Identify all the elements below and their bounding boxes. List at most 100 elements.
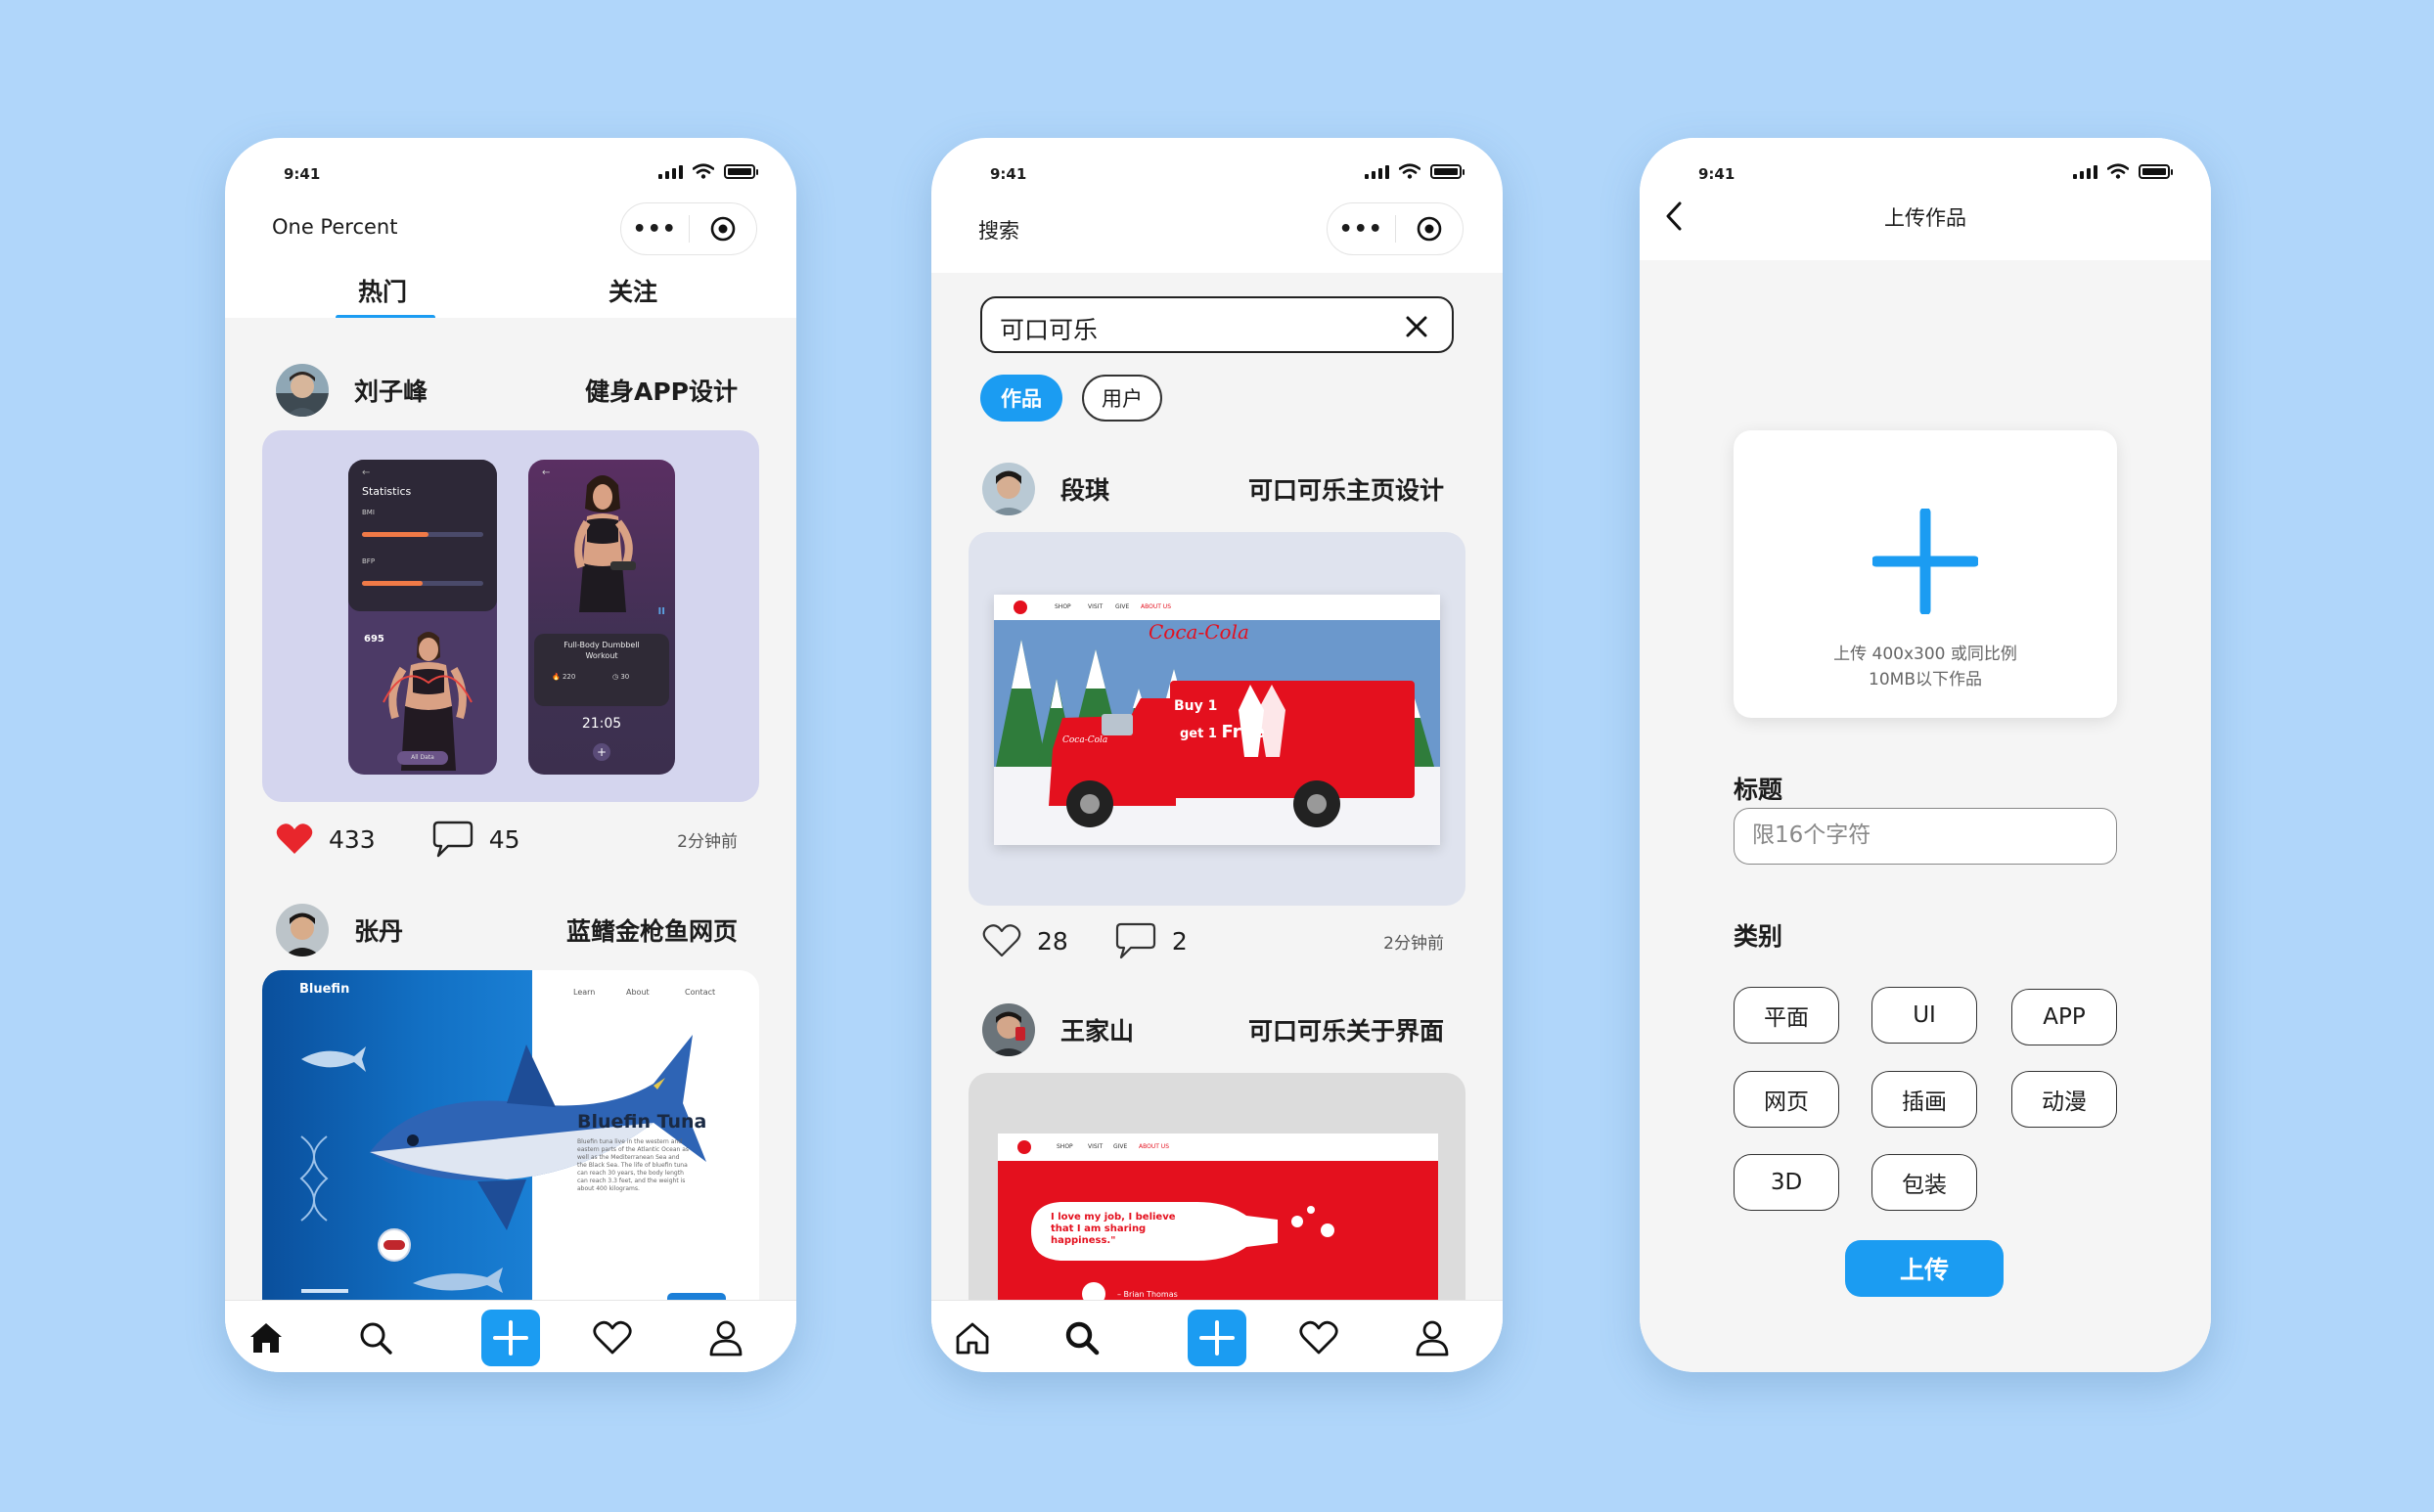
phone-feed-screen: 9:41 One Percent ••• 热门 关注 刘子峰 健身APP设计 ←…: [225, 138, 796, 1372]
post-header[interactable]: 段琪 可口可乐主页设计: [982, 460, 1444, 518]
coke-nav-shop: SHOP: [1055, 603, 1071, 610]
coke-nav-visit: VISIT: [1088, 603, 1104, 610]
category-3d[interactable]: 3D: [1734, 1154, 1839, 1211]
target-icon[interactable]: [690, 216, 757, 242]
post-header[interactable]: 刘子峰 健身APP设计: [276, 361, 738, 420]
app-title: One Percent: [272, 215, 398, 239]
search-query: 可口可乐: [1000, 316, 1099, 344]
workout-minutes: 30: [620, 673, 630, 681]
post-username[interactable]: 张丹: [354, 912, 403, 948]
post-title[interactable]: 健身APP设计: [585, 373, 738, 408]
category-illustration[interactable]: 插画: [1871, 1071, 1977, 1128]
battery-icon: [1430, 164, 1465, 179]
coke-nav-give: GIVE: [1115, 603, 1130, 610]
category-ui[interactable]: UI: [1871, 987, 1977, 1044]
category-web[interactable]: 网页: [1734, 1071, 1839, 1128]
post-title[interactable]: 蓝鳍金枪鱼网页: [566, 912, 738, 948]
heart-icon[interactable]: [1291, 1311, 1346, 1365]
athlete-woman-illustration: [383, 632, 473, 771]
about-author: – Brian Thomas: [1117, 1290, 1178, 1299]
heart-filled-icon[interactable]: [276, 823, 313, 856]
post-title[interactable]: 可口可乐关于界面: [1248, 1012, 1444, 1047]
comment-count: 45: [488, 824, 520, 854]
comment-count: 2: [1171, 926, 1188, 956]
create-post-button[interactable]: [1188, 1310, 1246, 1366]
close-icon[interactable]: [1405, 315, 1428, 338]
post-time: 2分钟前: [677, 831, 738, 852]
avatar[interactable]: [276, 364, 329, 417]
comment-icon[interactable]: [432, 820, 473, 859]
more-dots-icon[interactable]: •••: [1328, 217, 1395, 242]
athlete-dumbbell-illustration: [574, 475, 636, 612]
coca-cola-site-mockup: SHOP VISIT GIVE ABOUT US Coca-Cola Coca-…: [994, 595, 1440, 845]
about-quote: I love my job, I believe that I am shari…: [1051, 1212, 1176, 1246]
category-packaging[interactable]: 包装: [1871, 1154, 1977, 1211]
upload-dropzone[interactable]: 上传 400x300 或同比例 10MB以下作品: [1734, 430, 2117, 718]
battery-icon: [724, 164, 758, 179]
status-time: 9:41: [284, 165, 321, 183]
more-dots-icon[interactable]: •••: [621, 217, 689, 242]
category-app[interactable]: APP: [2011, 989, 2117, 1045]
category-animation[interactable]: 动漫: [2011, 1071, 2117, 1128]
tab-hot[interactable]: 热门: [358, 273, 407, 308]
search-icon[interactable]: [1055, 1311, 1109, 1365]
promo-line2: get 1: [1180, 727, 1217, 741]
title-label: 标题: [1734, 776, 1783, 804]
heart-outline-icon[interactable]: [982, 923, 1021, 958]
profile-icon[interactable]: [699, 1311, 753, 1365]
fitness-workout-mockup: ← II Full-Body Dumbbell Workout 🔥 220 ◷ …: [528, 460, 675, 775]
search-icon[interactable]: [348, 1311, 403, 1365]
bluefin-nav-about: About: [626, 988, 650, 997]
title-input[interactable]: 限16个字符: [1734, 808, 2117, 865]
plus-icon: [493, 1320, 528, 1356]
home-icon[interactable]: [945, 1311, 1000, 1365]
page-title: 搜索: [978, 219, 1019, 243]
profile-icon[interactable]: [1405, 1311, 1460, 1365]
workout-name: Full-Body Dumbbell Workout: [563, 641, 640, 660]
category-label: 类别: [1734, 922, 1783, 951]
avatar[interactable]: [276, 904, 329, 956]
post-username[interactable]: 刘子峰: [354, 373, 428, 408]
category-graphic[interactable]: 平面: [1734, 987, 1839, 1044]
filter-users[interactable]: 用户: [1082, 375, 1162, 422]
avatar[interactable]: [982, 1003, 1035, 1056]
bluefin-logo: Bluefin: [299, 982, 350, 997]
signal-icon: [2073, 163, 2097, 179]
post-username[interactable]: 王家山: [1060, 1012, 1134, 1047]
comment-icon[interactable]: [1115, 921, 1156, 960]
status-time: 9:41: [990, 165, 1027, 183]
post-image-fitness-app[interactable]: ← Statistics BMI BFP 695 All Data ← II F…: [262, 430, 759, 802]
workout-calories: 220: [562, 673, 576, 681]
feed-list: 刘子峰 健身APP设计 ← Statistics BMI BFP 695 All…: [225, 318, 796, 1372]
target-icon[interactable]: [1396, 216, 1464, 242]
status-bar: 9:41: [1640, 152, 2211, 200]
post-image-coca-cola-home[interactable]: SHOP VISIT GIVE ABOUT US Coca-Cola Coca-…: [969, 532, 1465, 906]
post-title[interactable]: 可口可乐主页设计: [1248, 471, 1444, 507]
post-image-bluefin-site[interactable]: Bluefin Learn About Contact Bluefin Tuna…: [262, 970, 759, 1303]
post-stats: 28 2 2分钟前: [982, 918, 1444, 963]
bmi-label: BMI: [362, 509, 375, 516]
coke-nav-shop: SHOP: [1057, 1143, 1073, 1150]
heart-icon[interactable]: [585, 1311, 640, 1365]
post-header[interactable]: 张丹 蓝鳍金枪鱼网页: [276, 901, 738, 959]
coke-nav-give: GIVE: [1113, 1143, 1128, 1150]
small-tuna-illustration: [301, 1046, 366, 1072]
create-post-button[interactable]: [481, 1310, 540, 1366]
home-icon[interactable]: [239, 1311, 293, 1365]
avatar[interactable]: [982, 463, 1035, 515]
bluefin-nav-contact: Contact: [685, 988, 716, 997]
feed-tabs: 热门 关注: [225, 273, 796, 320]
post-username[interactable]: 段琪: [1060, 471, 1109, 507]
post-header[interactable]: 王家山 可口可乐关于界面: [982, 1001, 1444, 1059]
phone-search-screen: 9:41 搜索 ••• 可口可乐 作品 用户 段琪 可口可乐主页设计 SHOP …: [931, 138, 1503, 1372]
mini-program-capsule: •••: [620, 202, 757, 255]
filter-works[interactable]: 作品: [980, 375, 1062, 422]
post-stats: 433 45 2分钟前: [276, 817, 738, 862]
wifi-icon: [2107, 163, 2129, 179]
submit-upload-button[interactable]: 上传: [1845, 1240, 2004, 1297]
status-bar: 9:41: [225, 152, 796, 200]
phone-upload-screen: 9:41 上传作品 上传 400x300 或同比例 10MB以下作品 标题 限1…: [1640, 138, 2211, 1372]
tab-following[interactable]: 关注: [608, 273, 657, 308]
search-input[interactable]: 可口可乐: [980, 296, 1454, 353]
promo-line1: Buy 1: [1174, 698, 1218, 714]
